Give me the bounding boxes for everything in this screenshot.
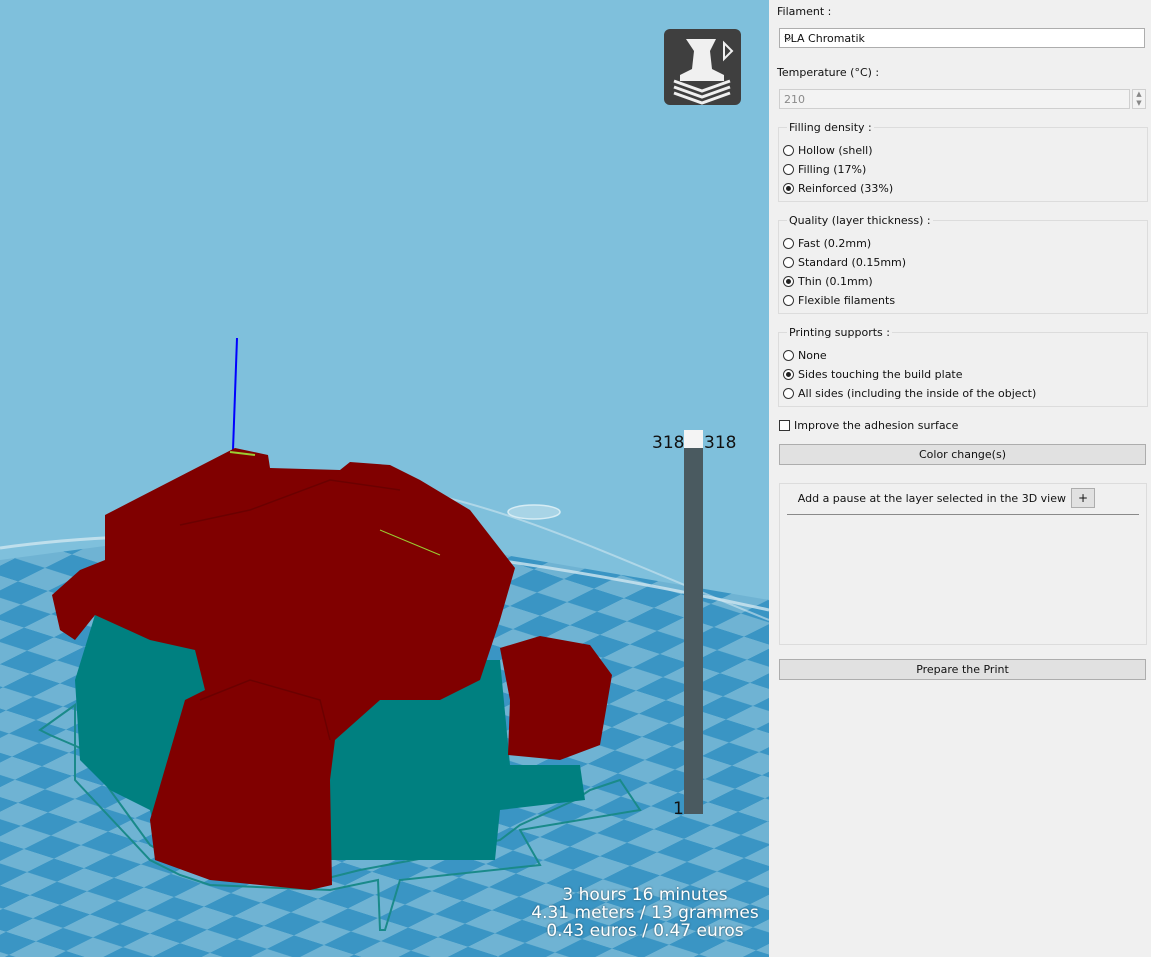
adhesion-label: Improve the adhesion surface: [794, 419, 959, 432]
layer-slider-handle[interactable]: [684, 430, 703, 448]
chevron-down-icon: ⌵: [784, 30, 794, 44]
view-mode-button[interactable]: [664, 29, 741, 105]
layer-slider[interactable]: [684, 432, 703, 814]
pause-divider: [787, 514, 1139, 515]
printer-layers-icon: [673, 39, 734, 105]
filling-density-group: Filling density : Hollow (shell) Filling…: [778, 121, 1148, 202]
add-pause-button[interactable]: +: [1071, 488, 1095, 508]
radio-icon[interactable]: [783, 145, 794, 156]
quality-option-fast[interactable]: Fast (0.2mm): [783, 237, 871, 250]
quality-group: Quality (layer thickness) : Fast (0.2mm)…: [778, 214, 1148, 314]
pause-label: Add a pause at the layer selected in the…: [797, 492, 1066, 505]
prepare-print-button[interactable]: Prepare the Print: [779, 659, 1146, 680]
radio-icon[interactable]: [783, 257, 794, 268]
layer-top-right-label: 318: [704, 433, 737, 453]
radio-icon[interactable]: [783, 238, 794, 249]
temperature-stepper[interactable]: ▲ ▼: [1132, 89, 1146, 109]
layer-bottom-label: 1: [673, 799, 684, 819]
filling-option-reinforced[interactable]: Reinforced (33%): [783, 182, 893, 195]
z-axis: [232, 337, 238, 451]
supports-title: Printing supports :: [787, 326, 892, 339]
stepper-up-icon[interactable]: ▲: [1133, 90, 1145, 99]
radio-icon[interactable]: [783, 295, 794, 306]
quality-option-thin[interactable]: Thin (0.1mm): [783, 275, 873, 288]
settings-panel: Filament : PLA Chromatik ⌵ Temperature (…: [769, 0, 1151, 957]
filament-select[interactable]: PLA Chromatik ⌵: [779, 28, 1145, 48]
layer-top-left-label: 318: [652, 433, 685, 453]
stepper-down-icon[interactable]: ▼: [1133, 99, 1145, 108]
filling-density-title: Filling density :: [787, 121, 874, 134]
radio-icon[interactable]: [783, 164, 794, 175]
color-change-button[interactable]: Color change(s): [779, 444, 1146, 465]
pause-list: Add a pause at the layer selected in the…: [779, 483, 1147, 645]
temperature-value: 210: [784, 93, 805, 106]
radio-selected-icon[interactable]: [783, 183, 794, 194]
print-stats: 3 hours 16 minutes 4.31 meters / 13 gram…: [520, 886, 769, 940]
checkbox-icon[interactable]: [779, 420, 790, 431]
supports-option-none[interactable]: None: [783, 349, 827, 362]
print-material: 4.31 meters / 13 grammes: [531, 903, 759, 923]
quality-option-standard[interactable]: Standard (0.15mm): [783, 256, 906, 269]
radio-selected-icon[interactable]: [783, 369, 794, 380]
quality-title: Quality (layer thickness) :: [787, 214, 933, 227]
filament-label: Filament :: [777, 5, 832, 18]
build-plate-scene: [0, 337, 769, 957]
adhesion-checkbox[interactable]: Improve the adhesion surface: [779, 419, 958, 432]
radio-icon[interactable]: [783, 388, 794, 399]
print-time: 3 hours 16 minutes: [562, 885, 728, 905]
filling-option-hollow[interactable]: Hollow (shell): [783, 144, 873, 157]
quality-option-flexible[interactable]: Flexible filaments: [783, 294, 895, 307]
radio-selected-icon[interactable]: [783, 276, 794, 287]
supports-option-sides[interactable]: Sides touching the build plate: [783, 368, 963, 381]
radio-icon[interactable]: [783, 350, 794, 361]
print-cost: 0.43 euros / 0.47 euros: [546, 921, 744, 941]
temperature-field[interactable]: 210: [779, 89, 1130, 109]
supports-group: Printing supports : None Sides touching …: [778, 326, 1148, 407]
supports-option-all[interactable]: All sides (including the inside of the o…: [783, 387, 1036, 400]
3d-viewport[interactable]: 318 318 1 3 hours 16 minutes 4.31 meters…: [0, 0, 769, 957]
filling-option-filling[interactable]: Filling (17%): [783, 163, 866, 176]
temperature-label: Temperature (°C) :: [777, 66, 880, 79]
